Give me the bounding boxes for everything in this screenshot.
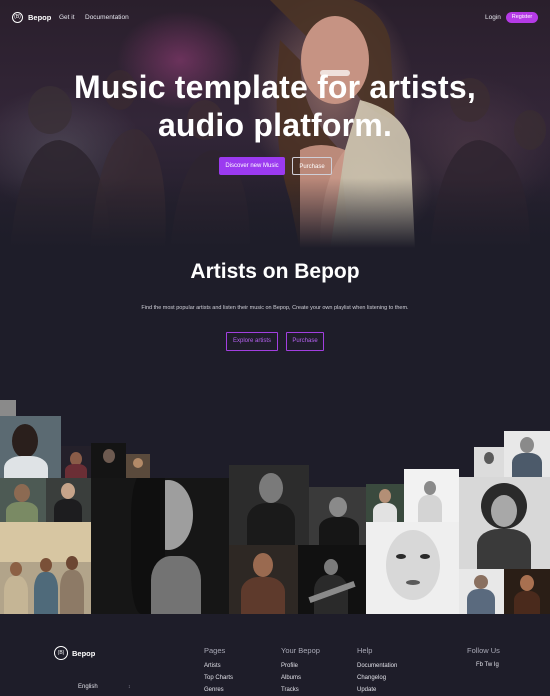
- hero-purchase-button[interactable]: Purchase: [292, 157, 332, 175]
- footer-link-artists[interactable]: Artists: [204, 663, 221, 669]
- artist-photo[interactable]: [459, 569, 504, 614]
- artist-photo[interactable]: [504, 569, 550, 614]
- explore-artists-button[interactable]: Explore artists: [226, 332, 278, 351]
- brand-logo[interactable]: (B) Bepop: [12, 12, 51, 23]
- artist-photo[interactable]: [91, 443, 126, 478]
- footer-link-update[interactable]: Update: [357, 687, 376, 693]
- footer-heading-pages: Pages: [204, 646, 226, 655]
- artist-photo[interactable]: [0, 416, 61, 478]
- footer-heading-help: Help: [357, 646, 373, 655]
- artist-photo[interactable]: [298, 545, 366, 614]
- artist-photo[interactable]: [0, 522, 91, 614]
- footer-link-documentation[interactable]: Documentation: [357, 663, 397, 669]
- footer-link-top-charts[interactable]: Top Charts: [204, 675, 233, 681]
- footer-brand-logo[interactable]: (B) Bepop: [54, 646, 95, 660]
- footer-link-genres[interactable]: Genres: [204, 687, 224, 693]
- discover-music-button[interactable]: Discover new Music: [219, 157, 285, 175]
- artist-photo[interactable]: [0, 478, 46, 522]
- artist-photo[interactable]: [459, 477, 550, 569]
- artist-photo[interactable]: [366, 522, 459, 614]
- artist-photo[interactable]: [229, 465, 309, 545]
- artist-photo[interactable]: [126, 454, 150, 478]
- artist-photo[interactable]: [61, 446, 91, 478]
- artist-photo[interactable]: [229, 545, 298, 614]
- footer-link-changelog[interactable]: Changelog: [357, 675, 386, 681]
- hero-title-line-2: audio platform.: [157, 107, 393, 143]
- footer-brand-name: Bepop: [72, 648, 96, 658]
- select-caret-icon: ↕: [128, 684, 131, 690]
- artist-photo[interactable]: [504, 431, 550, 477]
- artists-section-description: Find the most popular artists and listen…: [141, 305, 409, 311]
- logo-icon: (B): [12, 12, 23, 23]
- language-select[interactable]: English: [78, 684, 98, 690]
- nav-link-documentation[interactable]: Documentation: [85, 14, 129, 21]
- artist-photo[interactable]: [0, 400, 16, 416]
- artists-section-title: Artists on Bepop: [190, 260, 360, 283]
- artist-photo[interactable]: [366, 484, 404, 522]
- footer-heading-follow-us: Follow Us: [467, 646, 500, 655]
- footer-link-albums[interactable]: Albums: [281, 675, 301, 681]
- footer-link-tracks[interactable]: Tracks: [281, 687, 299, 693]
- footer-logo-icon: (B): [54, 646, 68, 660]
- social-links[interactable]: Fb Tw Ig: [476, 662, 499, 668]
- artist-photo[interactable]: [91, 478, 229, 614]
- hero-title: Music template for artists, audio platfo…: [0, 68, 550, 144]
- top-navbar: (B) Bepop Get it Documentation Login Reg…: [0, 0, 550, 36]
- footer-link-profile[interactable]: Profile: [281, 663, 298, 669]
- artist-photo[interactable]: [309, 487, 366, 545]
- brand-name: Bepop: [28, 13, 52, 22]
- login-link[interactable]: Login: [485, 14, 501, 21]
- nav-link-get-it[interactable]: Get it: [59, 14, 75, 21]
- register-button[interactable]: Register: [506, 12, 538, 23]
- artist-photo[interactable]: [404, 469, 459, 523]
- footer-heading-your-bepop: Your Bepop: [281, 646, 320, 655]
- artists-purchase-button[interactable]: Purchase: [286, 332, 324, 351]
- artist-photo[interactable]: [46, 478, 91, 522]
- hero-title-line-1: Music template for artists,: [74, 69, 476, 105]
- artist-photo[interactable]: [474, 447, 504, 477]
